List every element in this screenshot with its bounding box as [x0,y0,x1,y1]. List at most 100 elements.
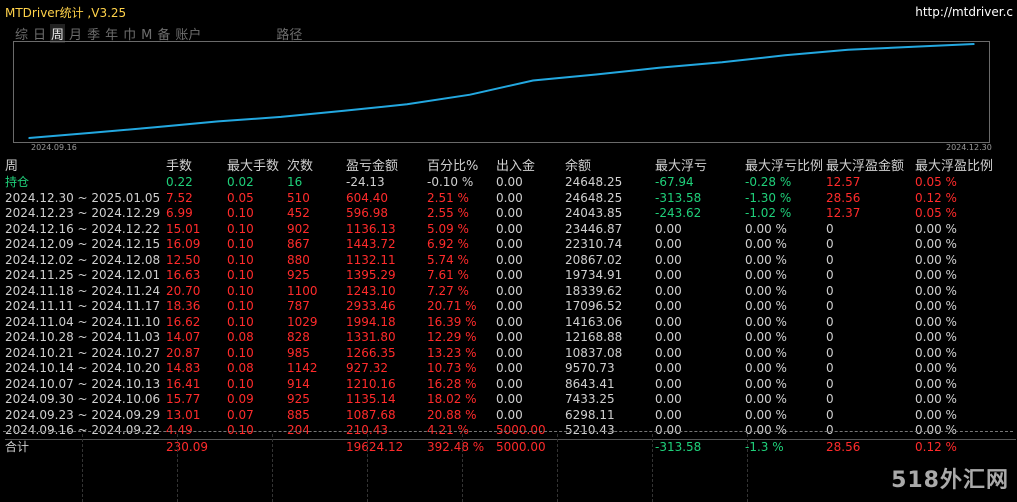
cell-max-lots: 0.10 [227,268,254,283]
cell-max-float-profit-pct: 0.00 % [915,376,957,391]
cell-lots: 14.83 [166,361,201,376]
balance-point [217,120,219,123]
cell-max-float-loss-pct: 0.00 % [745,330,787,345]
column-header: 最大浮亏比例 [745,159,824,174]
cell-max-float-profit: 0 [826,407,834,422]
cell-flow: 0.00 [496,283,523,298]
cell-lots: 15.01 [166,221,201,236]
cell-period: 2024.10.21 ~ 2024.10.27 [5,345,161,360]
cell-count: 787 [287,299,310,314]
balance-point [973,43,975,45]
table-row: 2024.11.04 ~ 2024.11.10 16.62 0.10 1029 1994… [5,315,1016,331]
grid-line [367,434,368,502]
cell-period: 2024.12.30 ~ 2025.01.05 [5,190,161,205]
cell-max-float-loss: 0.00 [655,376,682,391]
cell-max-float-loss: 0.00 [655,283,682,298]
cell-max-lots: 0.10 [227,314,254,329]
chart-end-date: 2024.12.30 [946,143,992,152]
balance-point [658,67,660,69]
cell-max-float-loss-pct: 0.00 % [745,268,787,283]
cell-count: 925 [287,268,310,283]
cell-max-float-loss-pct: 0.00 % [745,237,787,252]
cell-balance: 23446.87 [565,221,623,236]
cell-lots: 0.22 [166,175,193,190]
cell-pct: 20.71 % [427,299,477,314]
grid-line [272,434,273,502]
cell-period: 2024.11.11 ~ 2024.11.17 [5,299,161,314]
cell-max-float-profit-pct: 0.05 % [915,206,957,221]
cell-max-lots: 0.10 [227,376,254,391]
cell-balance: 22310.74 [565,237,623,252]
cell-flow: 0.00 [496,206,523,221]
cell-count: 16 [287,175,303,190]
balance-point [28,137,30,139]
balance-point [721,61,723,64]
bottom-area [0,431,1017,502]
cell-lots: 20.87 [166,345,201,360]
cell-max-float-profit: 0 [826,252,834,267]
cell-max-float-loss: 0.00 [655,268,682,283]
cell-max-lots: 0.10 [227,206,254,221]
cell-pct: 5.09 % [427,221,469,236]
cell-balance: 19734.91 [565,268,623,283]
column-header: 最大浮亏 [655,159,708,174]
chart-frame [13,41,990,143]
cell-max-float-profit: 0 [826,237,834,252]
balance-point [343,110,345,112]
cell-pct: 7.27 % [427,283,469,298]
table-row: 2024.12.09 ~ 2024.12.15 16.09 0.10 867 1443.… [5,237,1016,253]
cell-lots: 6.99 [166,206,193,221]
balance-point [532,79,534,82]
cell-max-float-loss-pct: 0.00 % [745,376,787,391]
cell-flow: 0.00 [496,299,523,314]
column-header: 最大手数 [227,159,280,174]
cell-max-float-loss: 0.00 [655,392,682,407]
cell-max-float-loss-pct: 0.00 % [745,392,787,407]
cell-max-float-profit: 0 [826,376,834,391]
cell-flow: 0.00 [496,392,523,407]
cell-count: 510 [287,190,310,205]
balance-point [469,93,471,96]
table-row: 2024.10.07 ~ 2024.10.13 16.41 0.10 914 1210.… [5,377,1016,393]
table-row: 2024.09.30 ~ 2024.10.06 15.77 0.09 925 1135.… [5,392,1016,408]
cell-max-float-profit-pct: 0.00 % [915,330,957,345]
balance-line-chart [28,43,975,139]
cell-max-float-loss-pct: 0.00 % [745,314,787,329]
cell-max-float-profit: 12.57 [826,175,861,190]
cell-max-float-loss: -243.62 [655,206,702,221]
table-row: 2024.11.18 ~ 2024.11.24 20.70 0.10 1100 1243… [5,284,1016,300]
cell-pnl: 1443.72 [346,237,396,252]
cell-max-float-loss-pct: 0.00 % [745,345,787,360]
cell-balance: 10837.08 [565,345,623,360]
cell-max-float-loss-pct: -1.30 % [745,190,792,205]
cell-max-float-profit: 0 [826,392,834,407]
table-row: 2024.10.21 ~ 2024.10.27 20.87 0.10 985 1266.… [5,346,1016,362]
cell-flow: 0.00 [496,407,523,422]
cell-pnl: 596.98 [346,206,388,221]
cell-pct: 16.28 % [427,376,477,391]
balance-chart: 2024.09.16 2024.12.30 [13,41,998,152]
cell-pct: 18.02 % [427,392,477,407]
cell-max-float-profit-pct: 0.00 % [915,345,957,360]
cell-count: 1142 [287,361,318,376]
cell-max-float-profit: 0 [826,299,834,314]
grid-line [557,434,558,502]
cell-flow: 0.00 [496,237,523,252]
cell-pnl: 927.32 [346,361,388,376]
cell-pct: 7.61 % [427,268,469,283]
cell-balance: 6298.11 [565,407,615,422]
table-row: 2024.10.28 ~ 2024.11.03 14.07 0.08 828 1331.… [5,330,1016,346]
cell-max-float-profit-pct: 0.12 % [915,190,957,205]
app-title: MTDriver统计 ,V3.25 [5,6,127,20]
cell-max-float-profit-pct: 0.00 % [915,252,957,267]
column-header: 最大浮盈比例 [915,159,994,174]
cell-count: 828 [287,330,310,345]
cell-pnl: 1395.29 [346,268,396,283]
column-header: 余额 [565,159,592,174]
website-link[interactable]: http://mtdriver.c [915,5,1013,19]
cell-pnl: 1087.68 [346,407,396,422]
cell-period: 2024.09.23 ~ 2024.09.29 [5,407,161,422]
cell-lots: 7.52 [166,190,193,205]
cell-period: 2024.12.23 ~ 2024.12.29 [5,206,161,221]
cell-lots: 14.07 [166,330,201,345]
